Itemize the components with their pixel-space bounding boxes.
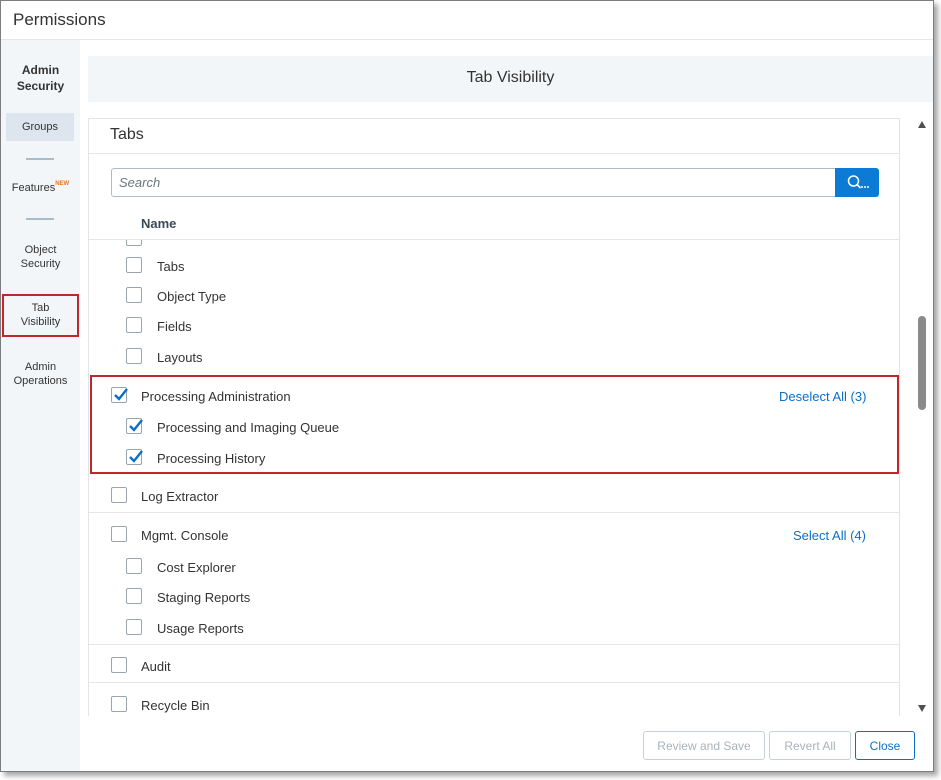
column-header-name: Name — [141, 216, 177, 231]
divider — [89, 644, 899, 645]
revert-all-button[interactable]: Revert All — [769, 731, 851, 760]
checkbox[interactable] — [126, 240, 142, 246]
nav-item-groups[interactable]: Groups — [6, 113, 74, 141]
list-item: Tabs — [89, 251, 899, 281]
new-badge: NEW — [55, 181, 70, 187]
nav-item-admin-operations[interactable]: Admin Operations — [1, 360, 80, 388]
scrollbar-thumb[interactable] — [918, 316, 926, 410]
checkbox[interactable] — [111, 487, 127, 503]
nav-item-label: Groups — [21, 121, 59, 133]
list-item-label: Log Extractor — [141, 489, 219, 504]
nav-item-tab-visibility[interactable]: Tab Visibility — [2, 294, 79, 337]
permissions-window: Permissions Admin Security Groups Featur… — [0, 0, 934, 772]
list-item-label: Tabs — [157, 259, 185, 274]
list-item-audit: Audit — [89, 651, 899, 681]
list-item: Fields — [89, 311, 899, 341]
list-item: Cost Explorer — [89, 552, 899, 582]
search-icon — [847, 175, 869, 189]
tab-list: Tabs Object Type Fields Layouts Processi… — [89, 240, 899, 716]
scroll-up-arrow-icon[interactable] — [918, 121, 926, 128]
checkbox[interactable] — [126, 558, 142, 574]
scroll-down-arrow-icon[interactable] — [918, 705, 926, 712]
search-input[interactable] — [112, 169, 835, 196]
list-item-log-extractor: Log Extractor — [89, 481, 899, 511]
list-item-recycle-bin: Recycle Bin — [89, 690, 899, 716]
checkbox[interactable] — [111, 526, 127, 542]
nav-item-label: Object Security — [20, 244, 61, 270]
divider — [89, 153, 899, 154]
checkbox[interactable] — [126, 619, 142, 635]
list-item-label: Fields — [157, 319, 192, 334]
list-item-label: Mgmt. Console — [141, 528, 229, 543]
divider — [89, 682, 899, 683]
left-nav: Admin Security Groups FeaturesNEW Object… — [1, 40, 80, 771]
list-item-label: Cost Explorer — [157, 560, 236, 575]
panel-title: Tabs — [110, 126, 144, 143]
review-and-save-button[interactable]: Review and Save — [643, 731, 765, 760]
divider — [89, 512, 899, 513]
window-title: Permissions — [13, 10, 106, 29]
checkbox[interactable] — [126, 257, 142, 273]
checkbox[interactable] — [126, 348, 142, 364]
list-item-label: Recycle Bin — [141, 698, 210, 713]
checkbox[interactable] — [126, 317, 142, 333]
nav-separator — [26, 158, 54, 160]
close-button[interactable]: Close — [855, 731, 915, 760]
list-item-label: Object Type — [157, 289, 227, 304]
select-all-link[interactable]: Select All (4) — [793, 528, 866, 543]
list-item: Usage Reports — [89, 613, 899, 643]
list-item-label: Layouts — [157, 350, 203, 365]
list-item-mgmt-console: Mgmt. Console Select All (4) — [89, 520, 899, 550]
nav-header: Admin Security — [1, 62, 80, 94]
list-item-label: Usage Reports — [157, 621, 244, 636]
nav-item-features[interactable]: FeaturesNEW — [1, 181, 80, 197]
section-header: Tab Visibility — [88, 56, 933, 102]
highlight-box — [90, 375, 899, 474]
title-bar: Permissions — [1, 1, 933, 40]
checkbox[interactable] — [126, 287, 142, 303]
section-title: Tab Visibility — [466, 69, 555, 86]
nav-item-label: Admin Operations — [13, 361, 68, 387]
checkbox[interactable] — [126, 588, 142, 604]
checkbox[interactable] — [111, 696, 127, 712]
list-item: Layouts — [89, 342, 899, 372]
nav-header-label: Admin Security — [16, 63, 65, 93]
list-item-label: Audit — [141, 659, 171, 674]
nav-item-label: Features — [11, 182, 56, 194]
search-button[interactable] — [835, 168, 879, 197]
nav-item-object-security[interactable]: Object Security — [1, 243, 80, 271]
list-item: Object Type — [89, 281, 899, 311]
checkbox[interactable] — [111, 657, 127, 673]
vertical-scrollbar[interactable] — [915, 116, 929, 718]
nav-separator — [26, 218, 54, 220]
nav-item-label: Tab Visibility — [20, 302, 61, 328]
list-item: Staging Reports — [89, 582, 899, 612]
list-item-label: Staging Reports — [157, 590, 251, 605]
search-field[interactable] — [111, 168, 836, 197]
